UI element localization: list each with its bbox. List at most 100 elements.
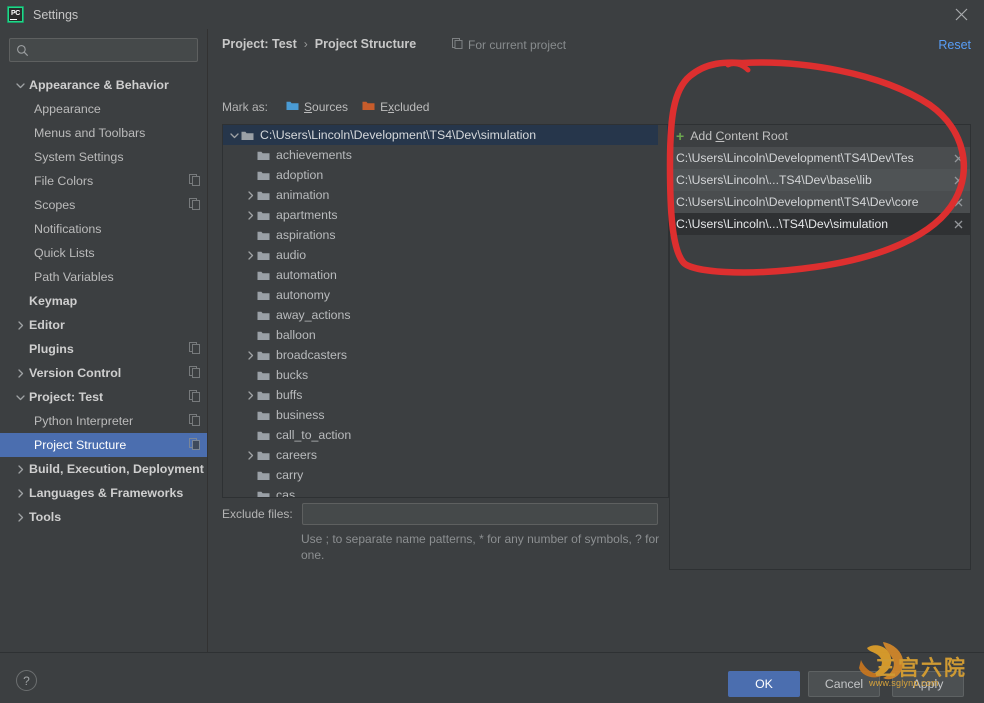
- tree-node[interactable]: audio: [223, 245, 668, 265]
- project-folder-tree[interactable]: C:\Users\Lincoln\Development\TS4\Dev\sim…: [222, 124, 669, 498]
- chevron-right-icon[interactable]: [14, 487, 27, 500]
- sidebar-item-quick-lists[interactable]: Quick Lists: [0, 241, 207, 265]
- chevron-right-icon[interactable]: [14, 319, 27, 332]
- chevron-right-icon[interactable]: [14, 511, 27, 524]
- remove-content-root-icon[interactable]: [951, 169, 965, 191]
- sidebar-item-system-settings[interactable]: System Settings: [0, 145, 207, 169]
- sidebar-item-label: Quick Lists: [34, 246, 95, 260]
- folder-icon: [257, 190, 270, 201]
- chevron-down-icon[interactable]: [227, 131, 241, 140]
- chevron-down-icon[interactable]: [14, 391, 27, 404]
- sidebar-item-plugins[interactable]: Plugins: [0, 337, 207, 361]
- tree-node[interactable]: animation: [223, 185, 668, 205]
- content-root-path: C:\Users\Lincoln\...TS4\Dev\base\lib: [676, 173, 872, 187]
- mark-as-excluded-button[interactable]: Excluded: [362, 100, 429, 114]
- sidebar-item-scopes[interactable]: Scopes: [0, 193, 207, 217]
- sidebar-item-python-interpreter[interactable]: Python Interpreter: [0, 409, 207, 433]
- sidebar-item-file-colors[interactable]: File Colors: [0, 169, 207, 193]
- help-icon[interactable]: ?: [16, 670, 37, 691]
- cancel-button[interactable]: Cancel: [808, 671, 880, 697]
- tree-node[interactable]: bucks: [223, 365, 668, 385]
- breadcrumb: Project: Test › Project Structure: [222, 37, 416, 51]
- content-root-row[interactable]: C:\Users\Lincoln\...TS4\Dev\base\lib: [670, 169, 970, 191]
- sidebar-item-project-structure[interactable]: Project Structure: [0, 433, 207, 457]
- tree-node[interactable]: autonomy: [223, 285, 668, 305]
- reset-link[interactable]: Reset: [938, 38, 971, 52]
- chevron-right-icon[interactable]: [243, 210, 257, 220]
- sidebar-item-label: Version Control: [29, 366, 122, 380]
- folder-icon: [257, 450, 270, 461]
- sidebar-item-keymap[interactable]: Keymap: [0, 289, 207, 313]
- tree-node[interactable]: buffs: [223, 385, 668, 405]
- tree-root-node[interactable]: C:\Users\Lincoln\Development\TS4\Dev\sim…: [223, 125, 668, 145]
- tree-node-label: bucks: [276, 368, 309, 382]
- mark-as-sources-button[interactable]: Sources: [286, 100, 348, 114]
- tree-node-label: automation: [276, 268, 337, 282]
- remove-content-root-icon[interactable]: [951, 213, 965, 235]
- tree-node[interactable]: automation: [223, 265, 668, 285]
- sidebar-item-appearance-behavior[interactable]: Appearance & Behavior: [0, 73, 207, 97]
- sidebar-item-build-execution-deployment[interactable]: Build, Execution, Deployment: [0, 457, 207, 481]
- ok-button[interactable]: OK: [728, 671, 800, 697]
- remove-content-root-icon[interactable]: [951, 147, 965, 169]
- folder-icon: [257, 350, 270, 361]
- close-icon[interactable]: [938, 0, 984, 29]
- add-content-root-button[interactable]: + Add Content Root: [670, 125, 970, 147]
- sidebar-item-editor[interactable]: Editor: [0, 313, 207, 337]
- chevron-right-icon[interactable]: [243, 450, 257, 460]
- chevron-right-icon[interactable]: [14, 463, 27, 476]
- tree-node-label: audio: [276, 248, 307, 262]
- exclude-files-label: Exclude files:: [222, 507, 293, 521]
- exclude-files-input[interactable]: [302, 503, 658, 525]
- tree-node[interactable]: achievements: [223, 145, 668, 165]
- tree-node[interactable]: apartments: [223, 205, 668, 225]
- breadcrumb-separator: ›: [303, 37, 308, 51]
- tree-node[interactable]: aspirations: [223, 225, 668, 245]
- tree-node[interactable]: away_actions: [223, 305, 668, 325]
- sidebar-item-tools[interactable]: Tools: [0, 505, 207, 529]
- sidebar-item-languages-frameworks[interactable]: Languages & Frameworks: [0, 481, 207, 505]
- content-root-row[interactable]: C:\Users\Lincoln\Development\TS4\Dev\Tes: [670, 147, 970, 169]
- tree-node[interactable]: carry: [223, 465, 668, 485]
- tree-node[interactable]: call_to_action: [223, 425, 668, 445]
- tree-node[interactable]: business: [223, 405, 668, 425]
- chevron-right-icon[interactable]: [14, 367, 27, 380]
- tree-node[interactable]: balloon: [223, 325, 668, 345]
- tree-node[interactable]: cas: [223, 485, 668, 498]
- chevron-right-icon[interactable]: [243, 350, 257, 360]
- tree-node-label: call_to_action: [276, 428, 352, 442]
- content-root-path: C:\Users\Lincoln\Development\TS4\Dev\cor…: [676, 195, 919, 209]
- tree-node[interactable]: broadcasters: [223, 345, 668, 365]
- chevron-right-icon[interactable]: [243, 250, 257, 260]
- tree-node-label: business: [276, 408, 325, 422]
- tree-scrollbar-track[interactable]: [658, 125, 667, 497]
- sidebar-item-notifications[interactable]: Notifications: [0, 217, 207, 241]
- search-box[interactable]: [9, 38, 198, 62]
- chevron-down-icon[interactable]: [14, 79, 27, 92]
- add-content-root-label: Add Content Root: [690, 129, 788, 143]
- chevron-right-icon[interactable]: [243, 390, 257, 400]
- breadcrumb-root[interactable]: Project: Test: [222, 37, 297, 51]
- chevron-right-icon[interactable]: [243, 190, 257, 200]
- apply-button[interactable]: Apply: [892, 671, 964, 697]
- sidebar-item-project-test[interactable]: Project: Test: [0, 385, 207, 409]
- project-settings-copy-icon: [189, 389, 201, 405]
- content-root-row[interactable]: C:\Users\Lincoln\Development\TS4\Dev\cor…: [670, 191, 970, 213]
- content-root-row[interactable]: C:\Users\Lincoln\...\TS4\Dev\simulation: [670, 213, 970, 235]
- search-input[interactable]: [29, 43, 197, 57]
- tree-node-label: careers: [276, 448, 318, 462]
- remove-content-root-icon[interactable]: [951, 191, 965, 213]
- folder-icon: [257, 170, 270, 181]
- sidebar-item-appearance[interactable]: Appearance: [0, 97, 207, 121]
- sidebar-item-path-variables[interactable]: Path Variables: [0, 265, 207, 289]
- folder-sources-icon: [286, 100, 299, 114]
- sidebar-item-menus-and-toolbars[interactable]: Menus and Toolbars: [0, 121, 207, 145]
- tree-node[interactable]: adoption: [223, 165, 668, 185]
- tree-node[interactable]: careers: [223, 445, 668, 465]
- tree-node-label: cas: [276, 488, 296, 498]
- project-settings-copy-icon: [189, 413, 201, 429]
- tree-node-label: achievements: [276, 148, 352, 162]
- sidebar-item-version-control[interactable]: Version Control: [0, 361, 207, 385]
